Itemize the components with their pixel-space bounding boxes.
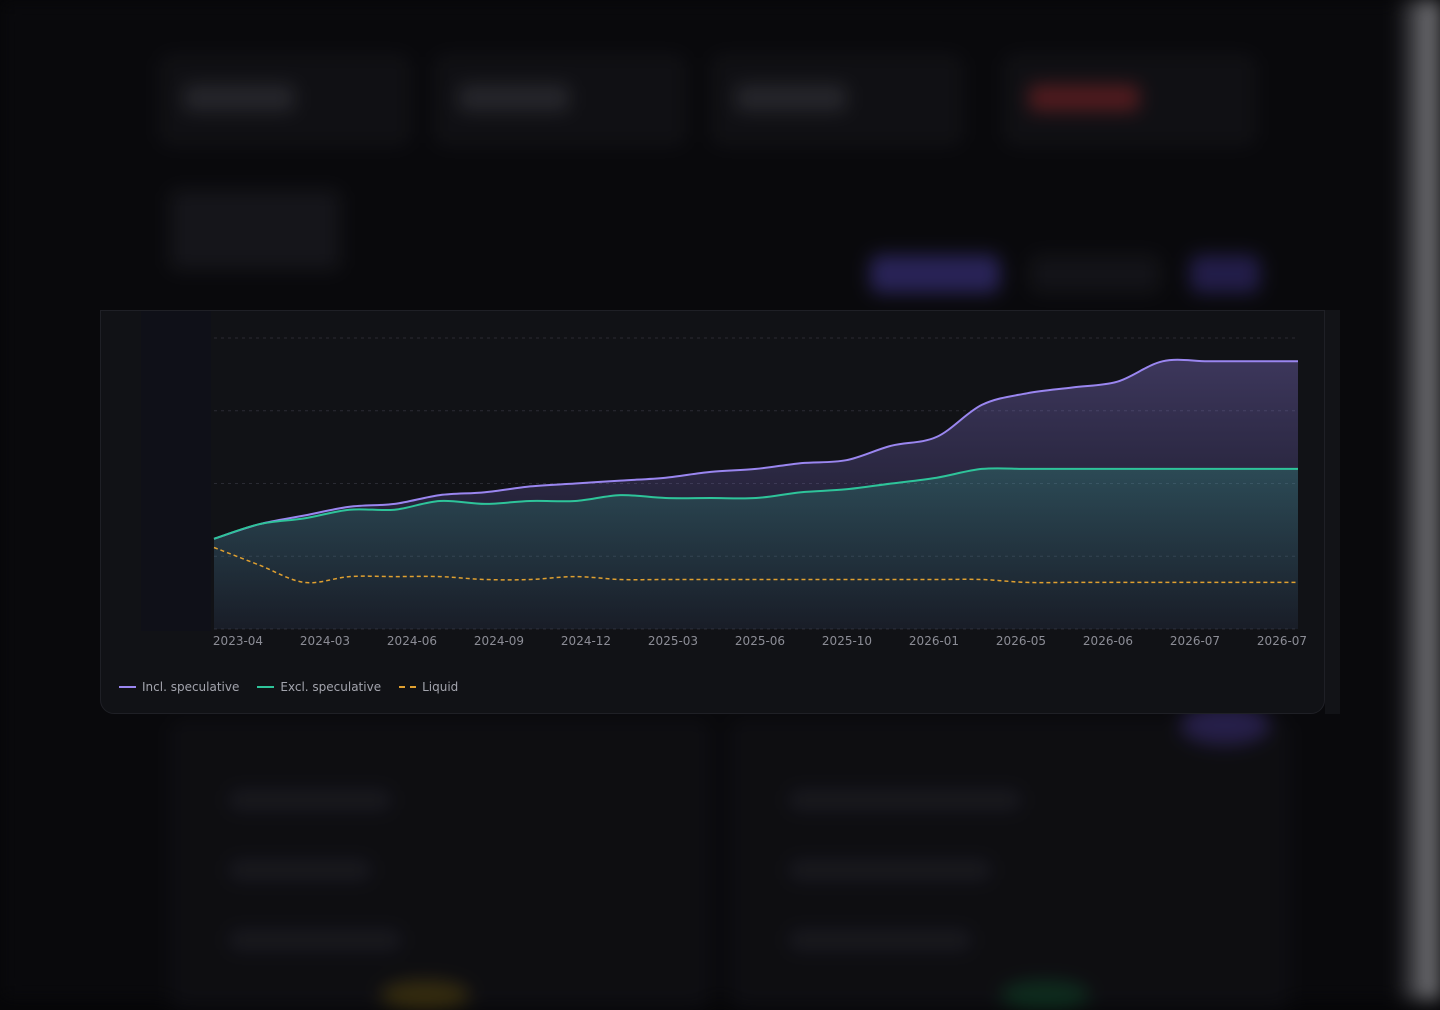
stat-card-3 [712,55,962,145]
legend-label: Incl. speculative [142,680,240,694]
x-tick-label: 2024-09 [474,634,524,648]
x-tick-label: 2026-05 [996,634,1046,648]
range-button-active[interactable] [870,255,1000,293]
x-tick-label: 2025-10 [822,634,872,648]
x-tick-label: 2026-01 [909,634,959,648]
list-row [790,790,1020,810]
stat-card-1 [160,55,410,145]
legend-item-liquid[interactable]: Liquid [399,680,458,694]
portfolio-value-chart: 2023-04 2024-03 2024-06 2024-09 2024-12 2025-… [213,337,1307,648]
x-tick-label: 2026-06 [1083,634,1133,648]
list-row [230,930,400,950]
x-tick-label: 2026-07 [1257,634,1307,648]
x-tick-label: 2025-06 [735,634,785,648]
x-tick-label: 2024-03 [300,634,350,648]
stat-card-value [184,85,294,111]
legend-item-excl-speculative[interactable]: Excl. speculative [257,680,381,694]
list-row [790,860,990,880]
stat-card-4 [1005,55,1255,145]
x-tick-label: 2023-04 [213,634,263,648]
legend-label: Excl. speculative [280,680,382,694]
holdings-list-left [170,720,710,1010]
legend-swatch [257,686,275,688]
legend-label: Liquid [422,680,459,694]
holdings-list-right [730,720,1290,1010]
legend-swatch [399,686,417,688]
legend-item-incl-speculative[interactable]: Incl. speculative [119,680,239,694]
x-tick-label: 2026-07 [1170,634,1220,648]
range-button[interactable] [1190,255,1260,293]
stat-card-value [1029,85,1139,111]
x-tick-label: 2025-03 [648,634,698,648]
chart-legend: Incl. speculative Excl. speculative Liqu… [119,678,458,696]
background-accent [1000,980,1090,1010]
list-row [790,930,970,950]
range-button[interactable] [1030,255,1160,293]
stat-card-2 [435,55,685,145]
stat-card-value [459,85,569,111]
stat-card-value [736,85,846,111]
background-window-edge [1400,0,1440,1000]
list-row [230,860,370,880]
x-tick-label: 2024-12 [561,634,611,648]
portfolio-total-block [170,190,340,270]
list-row [230,790,390,810]
legend-swatch [119,686,136,688]
chart-card-edge [1325,310,1340,714]
background-accent [380,980,470,1010]
portfolio-value-chart-card: 2023-04 2024-03 2024-06 2024-09 2024-12 2025-… [100,310,1325,714]
x-tick-label: 2024-06 [387,634,437,648]
